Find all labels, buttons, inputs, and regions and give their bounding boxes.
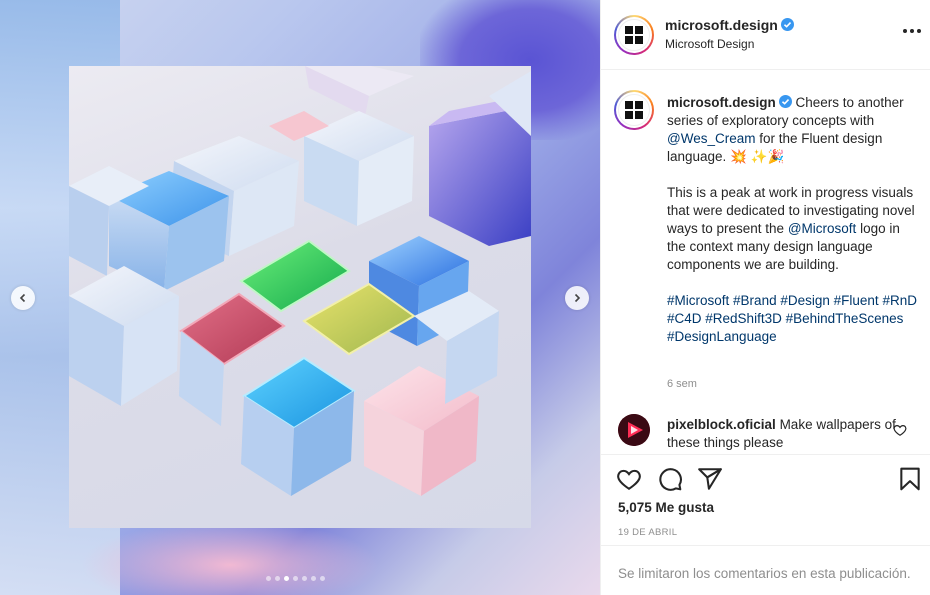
- post-header: microsoft.design Microsoft Design: [601, 0, 930, 70]
- username-text[interactable]: microsoft.design: [665, 17, 778, 33]
- caption-emojis: 💥 ✨🎉: [730, 149, 785, 164]
- hashtags: #Microsoft #Brand #Design #Fluent #RnD #…: [667, 292, 917, 346]
- more-icon: [903, 29, 907, 33]
- cubes-artwork: [69, 66, 531, 496]
- hashtag-link[interactable]: #Brand: [733, 293, 777, 308]
- hashtag-link[interactable]: #RedShift3D: [705, 311, 782, 326]
- comments-disabled-text: Se limitaron los comentarios en esta pub…: [618, 566, 911, 581]
- avatar[interactable]: [614, 15, 654, 55]
- play-logo-icon: [618, 414, 650, 446]
- share-icon[interactable]: [697, 466, 723, 492]
- author-subtitle: Microsoft Design: [665, 37, 755, 51]
- mention-link[interactable]: @Microsoft: [788, 221, 856, 236]
- hashtag-link[interactable]: #BehindTheScenes: [786, 311, 904, 326]
- mention-link[interactable]: @Wes_Cream: [667, 131, 755, 146]
- verified-icon: [780, 18, 794, 31]
- carousel-dot: [284, 576, 289, 581]
- carousel-dot: [266, 576, 271, 581]
- carousel-dot: [293, 576, 298, 581]
- avatar[interactable]: [614, 90, 654, 130]
- more-icon-dot: [910, 29, 914, 33]
- comment-text: pixelblock.oficial Make wallpapers of th…: [667, 416, 897, 452]
- prev-arrow-icon: [19, 293, 26, 303]
- author-username[interactable]: microsoft.design: [665, 17, 794, 33]
- more-icon-dot: [917, 29, 921, 33]
- next-arrow-icon: [574, 293, 581, 303]
- commenter-username[interactable]: pixelblock.oficial: [667, 417, 776, 432]
- post-media: [0, 0, 600, 595]
- verified-icon: [778, 95, 792, 108]
- hashtag-link[interactable]: #Design: [780, 293, 830, 308]
- caption-paragraph-2: This is a peak at work in progress visua…: [667, 184, 917, 274]
- comment-icon[interactable]: [657, 466, 683, 492]
- hashtag-link[interactable]: #RnD: [882, 293, 917, 308]
- comments-area[interactable]: microsoft.design Cheers to another serie…: [601, 70, 930, 454]
- carousel-dot: [311, 576, 316, 581]
- hashtag-link[interactable]: #DesignLanguage: [667, 329, 777, 344]
- hashtag-link[interactable]: #Fluent: [834, 293, 879, 308]
- carousel-dot: [302, 576, 307, 581]
- hashtag-link[interactable]: #Microsoft: [667, 293, 729, 308]
- post-date[interactable]: 19 DE ABRIL: [618, 527, 677, 538]
- heart-icon[interactable]: [616, 466, 642, 492]
- prev-slide-button[interactable]: [11, 286, 35, 310]
- comments-disabled-footer: Se limitaron los comentarios en esta pub…: [601, 545, 930, 595]
- post-actions: [601, 454, 930, 498]
- comment-like-button[interactable]: [893, 423, 907, 437]
- commenter-avatar[interactable]: [618, 414, 650, 446]
- caption-username[interactable]: microsoft.design: [667, 95, 776, 110]
- carousel-dot: [320, 576, 325, 581]
- background-blur: [80, 520, 380, 595]
- post-side-panel: microsoft.design Microsoft Design micros…: [600, 0, 930, 595]
- likes-count[interactable]: 5,075 Me gusta: [618, 500, 714, 515]
- next-slide-button[interactable]: [565, 286, 589, 310]
- microsoft-logo-icon: [618, 94, 650, 126]
- caption-text: microsoft.design Cheers to another serie…: [667, 94, 917, 346]
- caption-time[interactable]: 6 sem: [667, 378, 697, 390]
- carousel-dot: [275, 576, 280, 581]
- more-options-button[interactable]: [903, 29, 921, 33]
- carousel-indicator: [266, 576, 325, 581]
- post-image[interactable]: [69, 66, 531, 528]
- bookmark-icon[interactable]: [897, 466, 923, 492]
- hashtag-link[interactable]: #C4D: [667, 311, 702, 326]
- microsoft-logo-icon: [618, 19, 650, 51]
